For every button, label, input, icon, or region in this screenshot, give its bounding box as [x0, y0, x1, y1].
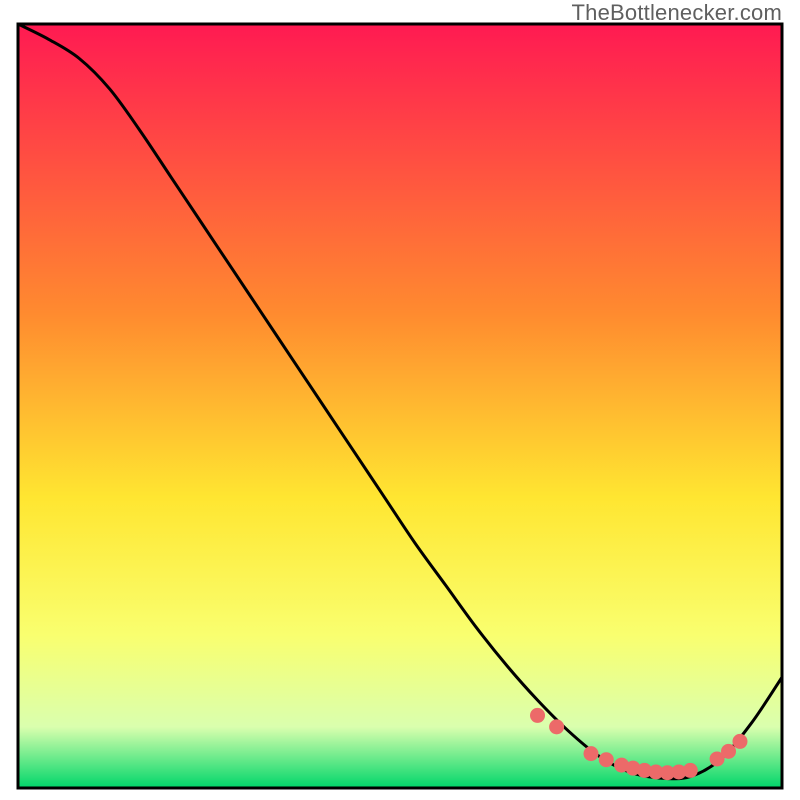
curve-marker	[549, 719, 564, 734]
curve-marker	[732, 734, 747, 749]
curve-marker	[530, 708, 545, 723]
bottleneck-chart: TheBottlenecker.com	[0, 0, 800, 800]
curve-marker	[683, 763, 698, 778]
chart-canvas	[0, 0, 800, 800]
curve-marker	[599, 752, 614, 767]
watermark-text: TheBottlenecker.com	[572, 0, 782, 26]
gradient-background	[18, 24, 782, 788]
curve-marker	[584, 746, 599, 761]
curve-marker	[721, 744, 736, 759]
